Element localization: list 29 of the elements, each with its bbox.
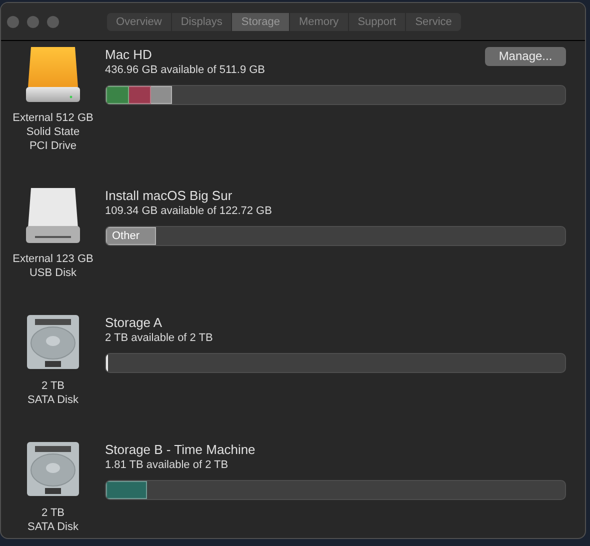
volume-name: Storage A	[105, 314, 164, 331]
drive-description: PCI Drive	[29, 139, 77, 153]
volume-name: Install macOS Big Sur	[105, 187, 234, 204]
tab[interactable]: Service	[405, 12, 461, 30]
available-space: 109.34 GB available of 122.72 GB	[105, 204, 272, 219]
tab[interactable]: Storage	[231, 12, 289, 30]
drive-description: SATA Disk	[28, 393, 78, 407]
close-button[interactable]	[7, 16, 19, 28]
drive-description: USB Disk	[29, 266, 77, 280]
drive-description: Solid State	[26, 125, 80, 139]
drive-description: 2 TB	[41, 379, 65, 393]
volume-name: Mac HD	[105, 46, 153, 63]
drive-icon	[25, 186, 81, 244]
available-space: 436.96 GB available of 511.9 GB	[105, 63, 266, 78]
segment-label: Other	[111, 228, 140, 244]
drive-description: External 512 GB	[12, 111, 94, 125]
zoom-button[interactable]	[47, 16, 59, 28]
manage-button[interactable]: Manage...	[485, 47, 566, 66]
available-space: 2 TB available of 2 TB	[105, 331, 213, 346]
drive-description: External 123 GB	[12, 252, 94, 266]
drive-description: 2 TB	[41, 506, 65, 520]
minimize-button[interactable]	[27, 16, 39, 28]
drive-description: SATA Disk	[28, 520, 78, 534]
tab[interactable]: Overview	[107, 12, 171, 30]
tab[interactable]: Support	[348, 12, 406, 30]
tab[interactable]: Memory	[288, 12, 348, 30]
drive-icon	[25, 45, 81, 103]
available-space: 1.81 TB available of 2 TB	[105, 458, 230, 473]
volume-name: Storage B - Time Machine	[105, 441, 256, 458]
